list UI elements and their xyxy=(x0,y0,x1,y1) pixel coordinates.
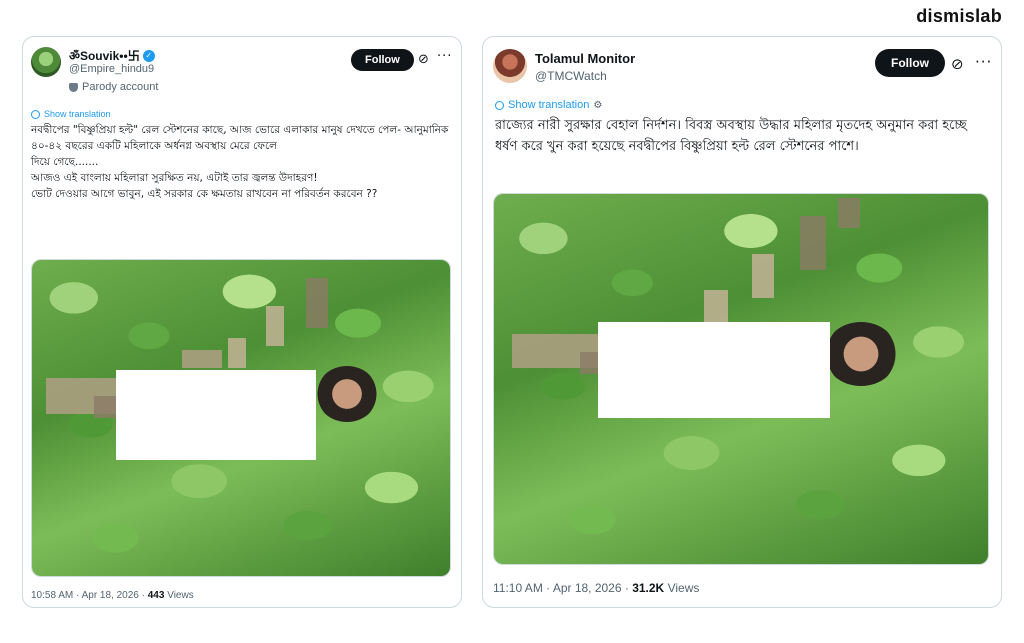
views-count: 443 xyxy=(147,590,165,601)
avatar[interactable] xyxy=(31,47,61,77)
more-icon[interactable]: ··· xyxy=(437,49,452,64)
globe-icon xyxy=(495,100,504,110)
pixelated-area xyxy=(228,338,246,368)
handle[interactable]: @TMCWatch xyxy=(535,69,607,83)
grok-icon[interactable]: ⊘ xyxy=(418,52,429,67)
tweet-text: নবদ্বীপের "বিষ্ণুপ্রিয়া হল্ট" রেল স্টেশ… xyxy=(31,124,449,200)
show-translation-label: Show translation xyxy=(508,99,590,111)
avatar[interactable] xyxy=(493,49,527,83)
tweet-image[interactable] xyxy=(31,259,451,577)
pixelated-area xyxy=(94,396,116,418)
views-label: Views xyxy=(164,590,194,601)
pixelated-area xyxy=(266,306,284,346)
tweet-header: ॐSouvik••卐 ✓ @Empire_hindu9 Parody accou… xyxy=(23,37,461,99)
follow-button[interactable]: Follow xyxy=(351,49,414,71)
pixelated-area xyxy=(800,216,826,270)
tweet-card-left: ॐSouvik••卐 ✓ @Empire_hindu9 Parody accou… xyxy=(22,36,462,608)
redaction-box xyxy=(598,322,830,418)
more-icon[interactable]: ··· xyxy=(975,53,992,71)
verified-icon: ✓ xyxy=(142,49,155,62)
parody-label: Parody account xyxy=(82,81,159,93)
brand-logo: dismislab xyxy=(916,6,1002,26)
grok-icon[interactable]: ⊘ xyxy=(951,55,964,73)
timestamp[interactable]: 10:58 AM · Apr 18, 2026 · xyxy=(31,590,148,601)
tweet-card-right: Tolamul Monitor @TMCWatch Follow ⊘ ··· S… xyxy=(482,36,1002,608)
parody-badge: Parody account xyxy=(69,81,158,93)
timestamp[interactable]: 11:10 AM · Apr 18, 2026 · xyxy=(493,581,632,595)
pixelated-area xyxy=(752,254,774,298)
redaction-box xyxy=(116,370,316,460)
show-translation-link[interactable]: Show translation ⚙ xyxy=(483,99,1001,111)
parody-mask-icon xyxy=(69,82,78,92)
tweet-meta: 11:10 AM · Apr 18, 2026 · 31.2K Views xyxy=(493,581,699,595)
show-translation-label: Show translation xyxy=(44,109,111,119)
name-row: ॐSouvik••卐 ✓ xyxy=(69,47,155,64)
tweet-text: রাজ্যের নারী সুরক্ষার বেহাল নির্দশন। বিব… xyxy=(495,118,967,154)
handle[interactable]: @Empire_hindu9 xyxy=(69,63,154,75)
tweet-header: Tolamul Monitor @TMCWatch Follow ⊘ ··· xyxy=(483,37,1001,99)
show-translation-link[interactable]: Show translation xyxy=(23,109,461,119)
views-label: Views xyxy=(664,581,700,595)
name-row: Tolamul Monitor xyxy=(535,51,635,66)
blurred-head xyxy=(824,322,898,386)
pixelated-area xyxy=(306,278,328,328)
blurred-head xyxy=(316,366,378,422)
gear-icon[interactable]: ⚙ xyxy=(593,100,602,111)
views-count: 31.2K xyxy=(632,581,665,595)
display-name[interactable]: ॐSouvik••卐 xyxy=(69,47,140,64)
globe-icon xyxy=(31,109,40,119)
pixelated-area xyxy=(182,350,222,368)
tweet-image[interactable] xyxy=(493,193,989,565)
display-name[interactable]: Tolamul Monitor xyxy=(535,51,635,66)
tweet-meta: 10:58 AM · Apr 18, 2026 · 443 Views xyxy=(31,590,194,601)
pixelated-area xyxy=(704,290,728,324)
pixelated-area xyxy=(838,198,860,228)
follow-button[interactable]: Follow xyxy=(875,49,945,77)
